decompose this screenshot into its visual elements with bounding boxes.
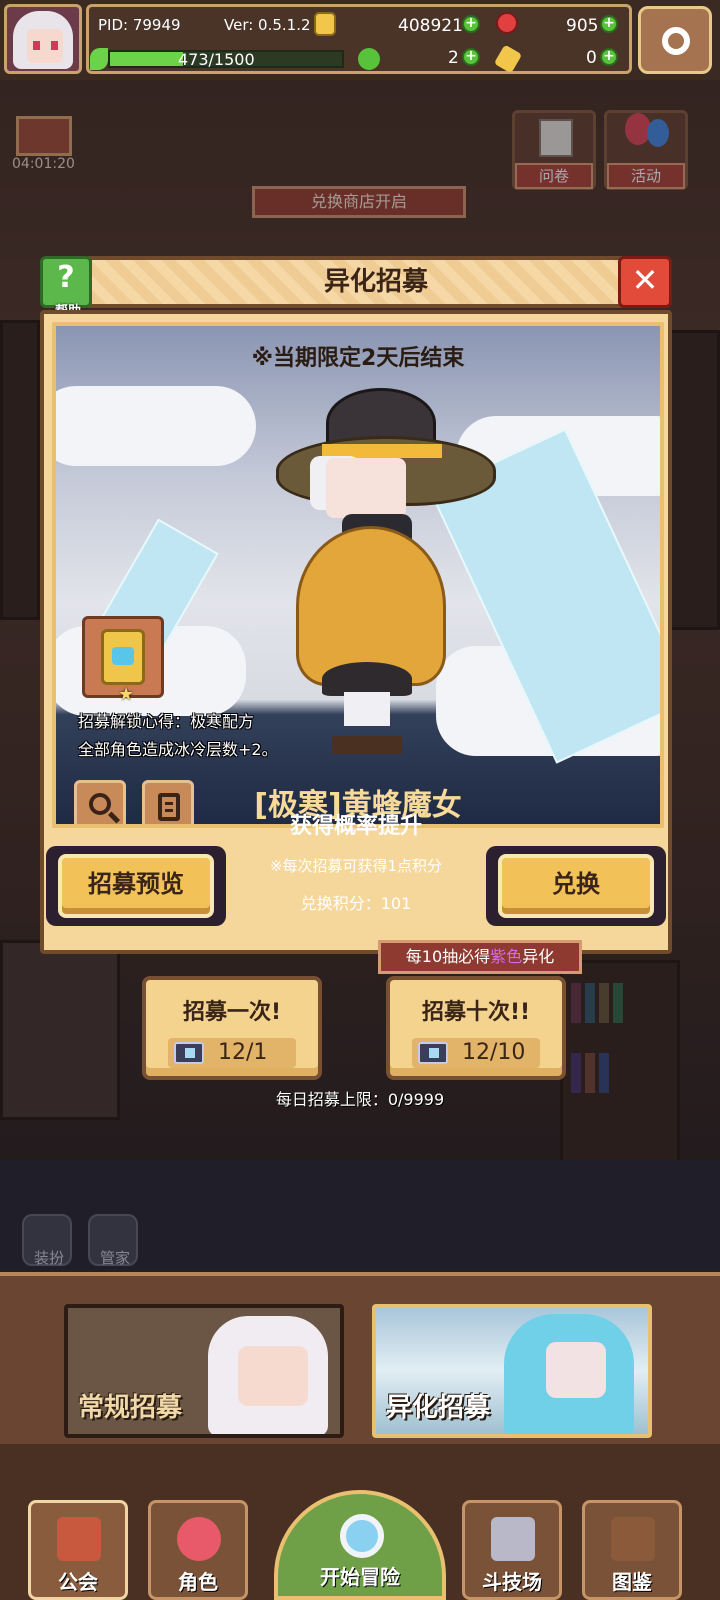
survey-icon	[539, 119, 573, 157]
special-recruit-tab[interactable]: 异化招募	[372, 1304, 652, 1438]
guarantee-highlight: 紫色	[490, 947, 523, 966]
nav-codex-label: 图鉴	[612, 1570, 652, 1594]
guild-house-icon	[57, 1517, 101, 1561]
player-avatar[interactable]	[4, 4, 82, 74]
butler-button[interactable]: 管家	[88, 1214, 138, 1267]
recruit-preview-button[interactable]: 招募预览	[58, 854, 214, 918]
player-id: PID: 79949	[98, 16, 181, 34]
butler-label: 管家	[99, 1249, 130, 1267]
survey-label: 问卷	[515, 163, 593, 189]
help-button[interactable]: ? 帮助	[40, 256, 92, 319]
dialog-title: 异化招募	[323, 267, 428, 297]
key-amount: 0	[586, 48, 597, 68]
event-label: 活动	[607, 163, 685, 189]
game-version: Ver: 0.5.1.2	[224, 16, 311, 34]
add-gems-button[interactable]: +	[600, 15, 618, 33]
close-icon: ✕	[631, 261, 659, 299]
event-button[interactable]: 活动	[604, 110, 688, 190]
dialog-header: 异化招募	[88, 256, 664, 308]
guarantee-prefix: 每10抽必得	[405, 947, 491, 966]
gold-amount: 408921	[398, 16, 463, 36]
character-face-icon	[177, 1517, 221, 1561]
nav-arena-label: 斗技场	[482, 1570, 542, 1594]
guarantee-banner: 每10抽必得紫色异化	[378, 940, 582, 974]
nav-characters-label: 角色	[178, 1570, 218, 1594]
gear-icon	[662, 27, 690, 55]
special-recruit-label: 异化招募	[386, 1393, 491, 1423]
dialog-body: ※当期限定2天后结束 ★ 招募解锁心得：极寒配方 全部角色造成冰冷层数+2。 […	[40, 310, 672, 954]
star-icon: ★	[118, 684, 135, 705]
nav-characters[interactable]: 角色	[148, 1500, 248, 1600]
clover-amount: 2	[448, 48, 459, 68]
heart-ticket-icon	[174, 1042, 204, 1064]
gem-amount: 905	[566, 16, 599, 36]
featured-character-art: ※当期限定2天后结束 ★ 招募解锁心得：极寒配方 全部角色造成冰冷层数+2。 […	[52, 322, 664, 828]
recruit-type-panel: 常规招募 异化招募	[0, 1272, 720, 1444]
recruit-once-cost-value: 12/1	[218, 1040, 268, 1065]
recruit-once-cost: 12/1	[168, 1038, 296, 1068]
exchange-button[interactable]: 兑换	[498, 854, 654, 918]
settings-button[interactable]	[638, 6, 712, 74]
recruit-ten-cost-value: 12/10	[462, 1040, 526, 1065]
nav-guild[interactable]: 公会	[28, 1500, 128, 1600]
bookshelf-left	[0, 320, 40, 620]
limited-time-notice: ※当期限定2天后结束	[251, 346, 465, 371]
energy-value: 473/1500	[178, 50, 255, 69]
question-icon: ?	[57, 260, 75, 295]
nav-codex[interactable]: 图鉴	[582, 1500, 682, 1600]
bookshelf-lower-right	[560, 960, 680, 1180]
unlock-reward-line-2: 全部角色造成冰冷层数+2。	[78, 740, 278, 759]
crossed-swords-icon	[491, 1517, 535, 1561]
add-clover-button[interactable]: +	[462, 48, 480, 66]
recruit-ten-label: 招募十次!!	[421, 1000, 531, 1025]
unlock-reward-line-1: 招募解锁心得：极寒配方	[78, 712, 255, 731]
character-chibi-sprite	[322, 662, 412, 758]
recruit-ten-cost: 12/10	[412, 1038, 540, 1068]
energy-bar-fill	[110, 52, 184, 66]
shop-open-banner[interactable]: 兑换商店开启	[252, 186, 466, 218]
book-icon	[611, 1517, 655, 1561]
nav-arena[interactable]: 斗技场	[462, 1500, 562, 1600]
close-button[interactable]: ✕	[618, 256, 672, 308]
special-recruit-dialog: 异化招募 ? 帮助 ✕ ※当期限定2天后结束	[40, 256, 672, 954]
coin-icon	[314, 12, 336, 36]
gift-timer: 04:01:20	[12, 156, 75, 172]
recruit-once-label: 招募一次!	[182, 1000, 282, 1025]
nav-guild-label: 公会	[58, 1570, 98, 1594]
rate-up-text: 获得概率提升	[289, 814, 422, 839]
recruit-ten-button[interactable]: 招募十次!! 12/10	[386, 976, 566, 1080]
top-status-bar: PID: 79949 Ver: 0.5.1.2 408921 + 905 + 4…	[0, 0, 720, 80]
survey-button[interactable]: 问卷	[512, 110, 596, 190]
leaf-icon	[90, 48, 108, 70]
balloon-icon-2	[647, 119, 669, 147]
magnifier-map-icon	[340, 1514, 384, 1558]
add-key-button[interactable]: +	[600, 48, 618, 66]
clover-icon	[358, 48, 380, 70]
guarantee-suffix: 异化	[522, 947, 555, 966]
start-adventure-label: 开始冒险	[320, 1565, 400, 1589]
recruit-once-button[interactable]: 招募一次! 12/1	[142, 976, 322, 1080]
daily-recruit-limit: 每日招募上限：0/9999	[275, 1090, 445, 1109]
add-gold-button[interactable]: +	[462, 15, 480, 33]
normal-recruit-tab[interactable]: 常规招募	[64, 1304, 344, 1438]
normal-recruit-label: 常规招募	[78, 1393, 183, 1423]
heart-ticket-icon	[418, 1042, 448, 1064]
dress-up-label: 装扮	[33, 1249, 64, 1267]
dress-up-button[interactable]: 装扮	[22, 1214, 72, 1267]
ruby-icon	[496, 12, 518, 34]
gift-box-icon[interactable]	[16, 116, 72, 156]
